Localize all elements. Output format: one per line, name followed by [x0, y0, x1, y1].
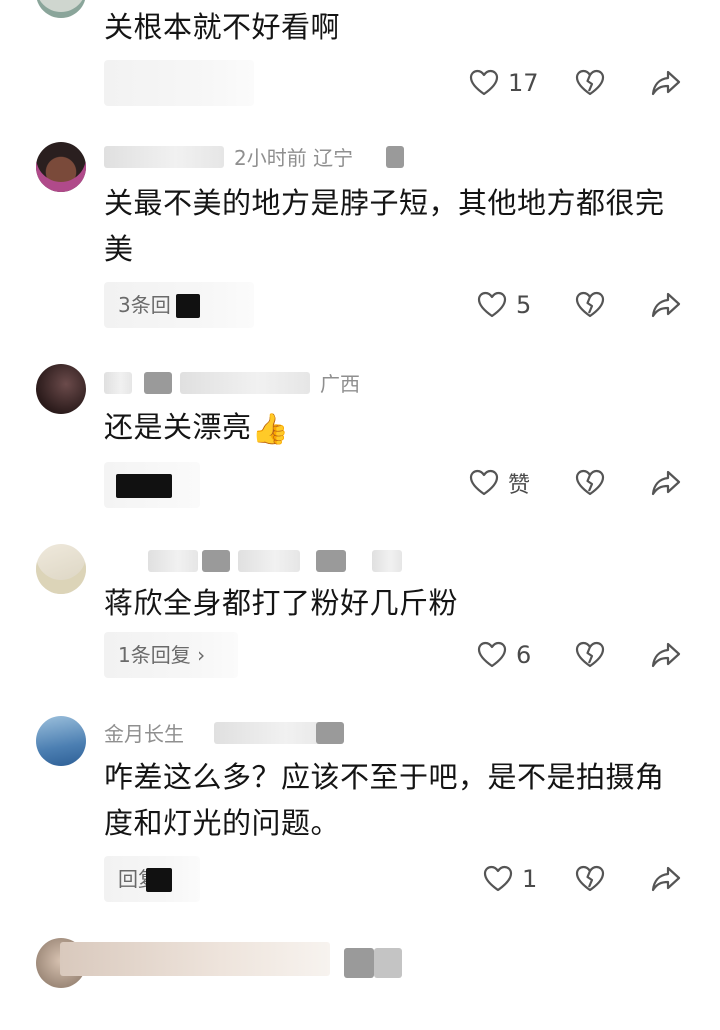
- comment-text: 关最不美的地方是脖子短，其他地方都很完美: [104, 186, 665, 266]
- comment-item: 关根本就不好看啊 17: [0, 0, 720, 120]
- share-arrow-icon[interactable]: [650, 289, 682, 321]
- comment-meta: 2小时前 辽宁: [104, 142, 404, 170]
- comment-actions: 6: [460, 632, 700, 678]
- comment-item: 金月长生 咋差这么多？应该不至于吧，是不是拍摄角度和灯光的问题。 回复 1: [0, 716, 720, 916]
- redaction-block: [238, 550, 300, 572]
- comment-item: [0, 938, 720, 1030]
- like-button[interactable]: 1: [482, 856, 537, 902]
- broken-heart-icon[interactable]: [574, 467, 606, 499]
- avatar[interactable]: [36, 544, 86, 594]
- heart-outline-icon: [483, 865, 513, 892]
- username-redacted: [104, 372, 132, 394]
- heart-outline-icon: [477, 641, 507, 668]
- redaction-block: [316, 722, 344, 744]
- avatar[interactable]: [36, 364, 86, 414]
- like-button[interactable]: 5: [476, 282, 531, 328]
- comment-location: 广西: [320, 372, 360, 396]
- comment-meta: 金月长生: [104, 718, 384, 746]
- comment-text: 关根本就不好看啊: [104, 10, 341, 44]
- redaction-block: [146, 868, 172, 892]
- redaction-block: [372, 550, 402, 572]
- like-count: 17: [508, 69, 539, 97]
- comment-time-location: 2小时前 辽宁: [234, 146, 354, 170]
- comment-text: 还是关漂亮👍: [104, 404, 684, 453]
- redaction-block: [202, 550, 230, 572]
- heart-outline-icon: [477, 291, 507, 318]
- comment-item: 蒋欣全身都打了粉好几斤粉 1条回复 › 6: [0, 544, 720, 694]
- broken-heart-icon[interactable]: [574, 863, 606, 895]
- reply-count[interactable]: 1条回复 ›: [104, 632, 238, 678]
- like-count: 赞: [508, 473, 531, 498]
- heart-outline-icon: [469, 69, 499, 96]
- broken-heart-icon[interactable]: [574, 639, 606, 671]
- redaction-block: [180, 372, 310, 394]
- redaction-block: [176, 294, 200, 318]
- broken-heart-icon[interactable]: [574, 67, 606, 99]
- share-arrow-icon[interactable]: [650, 467, 682, 499]
- reply-count[interactable]: [104, 60, 254, 106]
- reply-count[interactable]: 3条回: [104, 282, 254, 328]
- comment-meta: [104, 546, 404, 574]
- comment-text: 咋差这么多？应该不至于吧，是不是拍摄角度和灯光的问题。: [104, 760, 665, 840]
- reply-count[interactable]: 回复: [104, 856, 200, 902]
- broken-heart-icon[interactable]: [574, 289, 606, 321]
- comment-item: 2小时前 辽宁 关最不美的地方是脖子短，其他地方都很完美 3条回 5: [0, 142, 720, 342]
- like-button[interactable]: 17: [468, 60, 539, 106]
- avatar[interactable]: [36, 716, 86, 766]
- comment-item: 广西 还是关漂亮👍 赞: [0, 364, 720, 524]
- redaction-block: [386, 146, 404, 168]
- username-redacted: [60, 942, 330, 976]
- avatar[interactable]: [36, 0, 86, 18]
- username-redacted: [104, 146, 224, 168]
- reply-count[interactable]: [104, 462, 200, 508]
- comment-meta: [60, 942, 402, 978]
- redaction-block: [316, 550, 346, 572]
- like-count: 6: [516, 641, 532, 669]
- redaction-block: [144, 372, 172, 394]
- username-redacted: [148, 550, 198, 572]
- comment-feed: 关根本就不好看啊 17 2小时前 辽宁 关最不美的地方是脖子短，其他地方都很完美…: [0, 0, 720, 1030]
- like-button[interactable]: 6: [476, 632, 531, 678]
- avatar[interactable]: [36, 142, 86, 192]
- like-count: 5: [516, 291, 532, 319]
- username: 金月长生: [104, 722, 184, 746]
- redaction-block: [344, 948, 374, 978]
- comment-actions: 赞: [460, 460, 700, 506]
- comment-actions: 5: [460, 282, 700, 328]
- redaction-block: [116, 474, 172, 498]
- comment-text: 蒋欣全身都打了粉好几斤粉: [104, 586, 459, 620]
- comment-meta: 广西: [104, 368, 374, 396]
- share-arrow-icon[interactable]: [650, 67, 682, 99]
- redaction-block: [374, 948, 402, 978]
- like-button[interactable]: 赞: [468, 460, 530, 506]
- heart-outline-icon: [469, 469, 499, 496]
- thumbs-up-emoji-icon: 👍: [251, 412, 290, 447]
- share-arrow-icon[interactable]: [650, 639, 682, 671]
- like-count: 1: [522, 865, 538, 893]
- comment-actions: 17: [460, 60, 700, 106]
- comment-actions: 1: [460, 856, 700, 902]
- share-arrow-icon[interactable]: [650, 863, 682, 895]
